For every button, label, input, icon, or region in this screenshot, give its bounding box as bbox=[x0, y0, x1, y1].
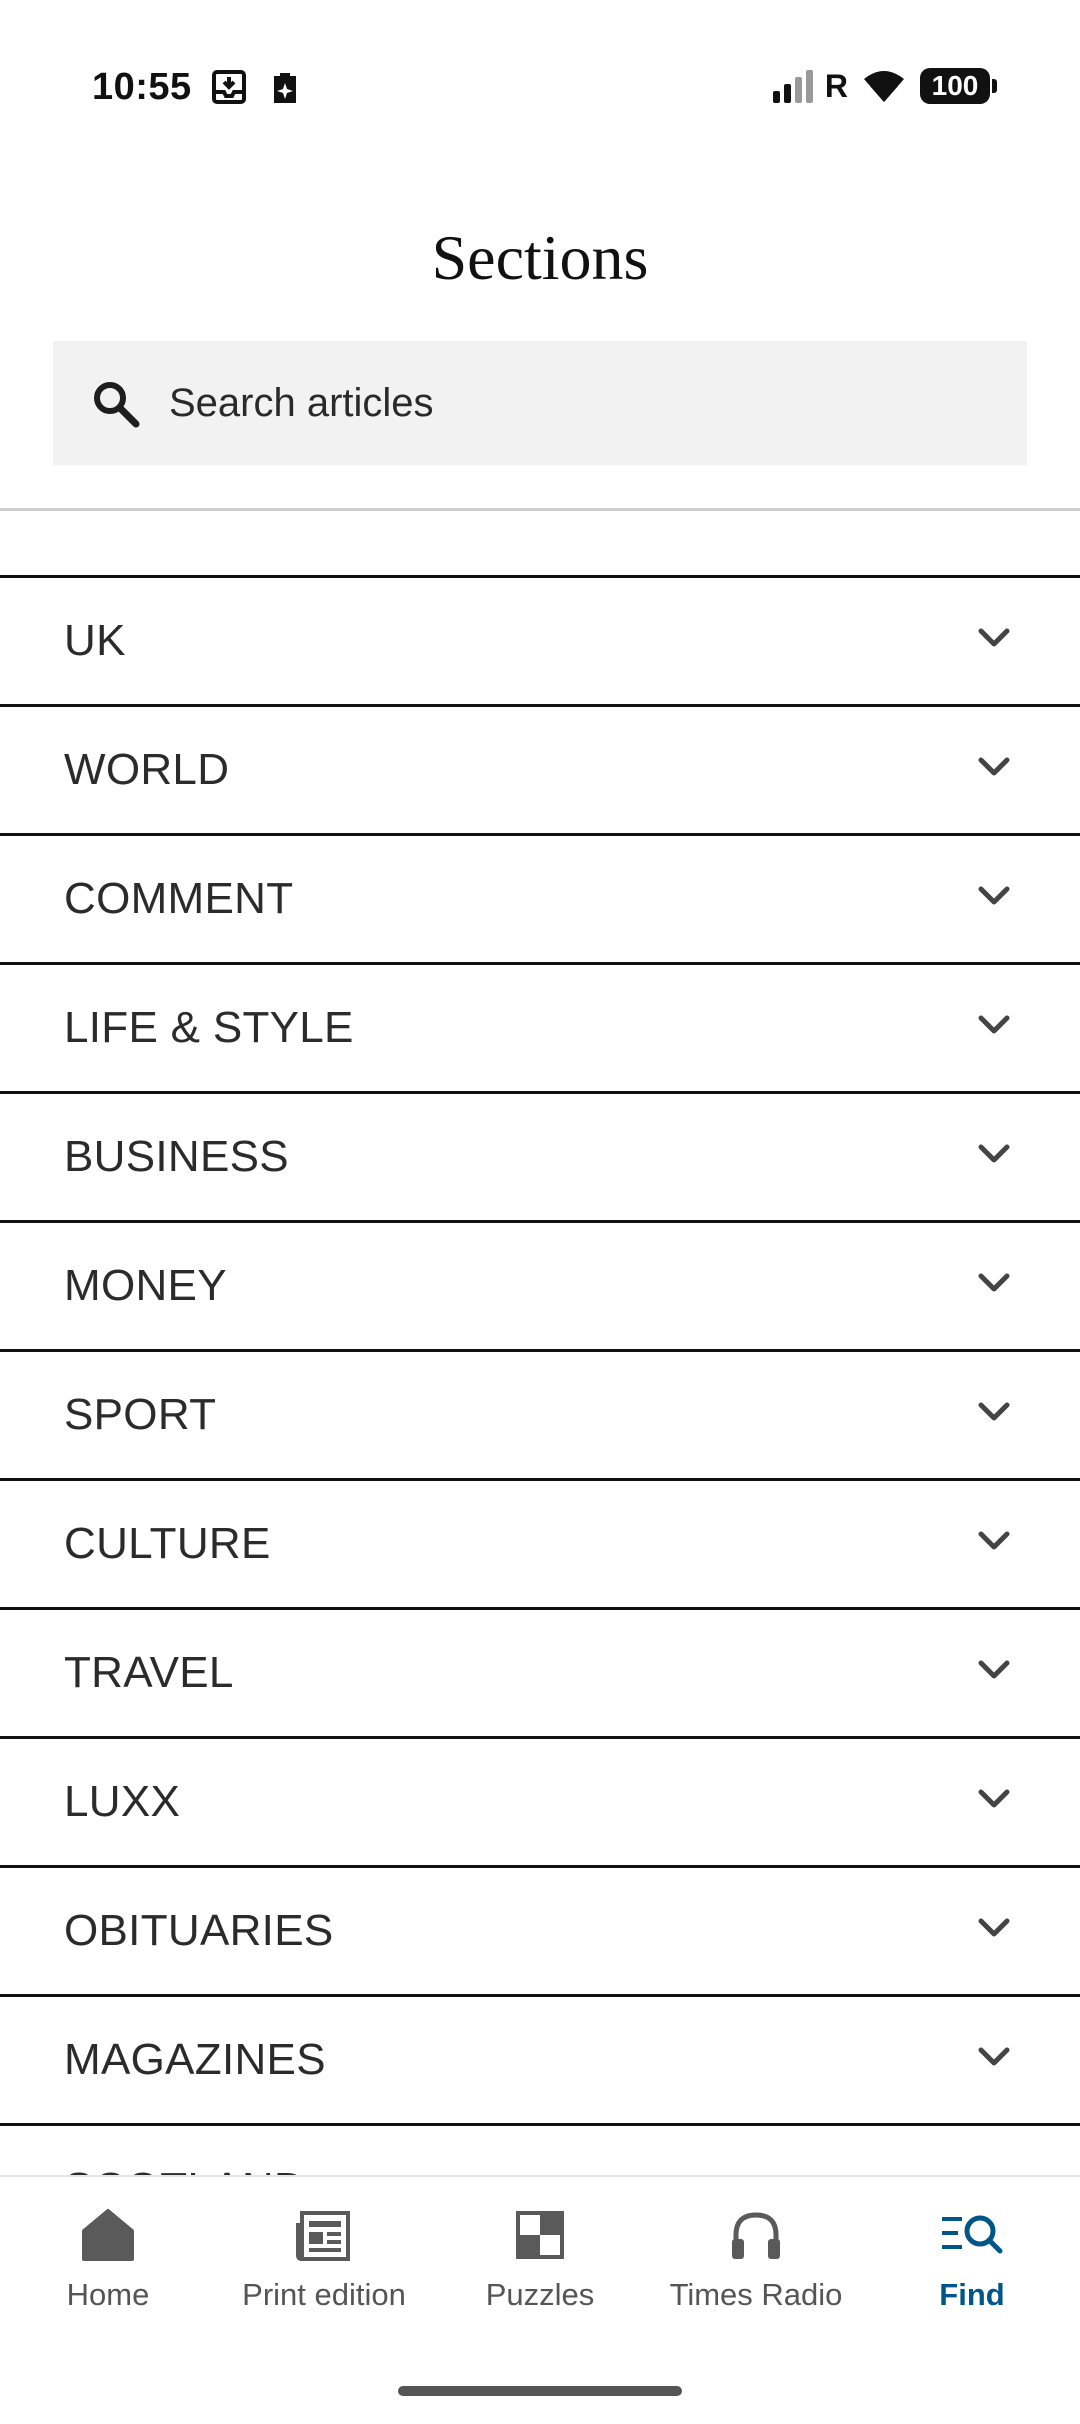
download-tray-icon bbox=[212, 70, 246, 104]
chevron-down-icon bbox=[978, 757, 1010, 776]
chevron-down-icon bbox=[978, 1531, 1010, 1550]
section-row[interactable]: BUSINESS bbox=[0, 1094, 1080, 1223]
section-label: MAGAZINES bbox=[64, 2035, 326, 2084]
section-row[interactable]: LIFE & STYLE bbox=[0, 965, 1080, 1094]
section-row[interactable]: WORLD bbox=[0, 707, 1080, 836]
home-icon bbox=[82, 2209, 134, 2261]
find-icon bbox=[942, 2215, 1003, 2254]
nav-times-radio[interactable]: Times Radio bbox=[648, 2205, 864, 2335]
section-row[interactable]: COMMENT bbox=[0, 836, 1080, 965]
newspaper-icon bbox=[296, 2211, 350, 2261]
chevron-down-icon bbox=[978, 1273, 1010, 1292]
page-title: Sections bbox=[431, 222, 649, 293]
chevron-down-icon bbox=[978, 1789, 1010, 1808]
wifi-icon bbox=[864, 71, 904, 102]
section-row[interactable]: UK bbox=[0, 578, 1080, 707]
status-bar: 10:55 R 100 bbox=[0, 0, 1080, 176]
section-row[interactable]: TRAVEL bbox=[0, 1610, 1080, 1739]
nav-home[interactable]: Home bbox=[0, 2205, 216, 2335]
section-label: WORLD bbox=[64, 745, 230, 794]
chevron-down-icon bbox=[978, 1402, 1010, 1421]
battery-icon: 100 bbox=[920, 68, 997, 104]
section-row[interactable]: LUXX bbox=[0, 1739, 1080, 1868]
search-input[interactable] bbox=[169, 341, 999, 465]
section-row[interactable]: SCOTLAND bbox=[0, 2126, 1080, 2178]
section-label: CULTURE bbox=[64, 1519, 271, 1568]
section-label: SCOTLAND bbox=[64, 2126, 306, 2178]
status-right-icons: R 100 bbox=[772, 68, 997, 104]
section-row[interactable]: CULTURE bbox=[0, 1481, 1080, 1610]
roaming-icon: R bbox=[824, 68, 848, 104]
chevron-down-icon bbox=[978, 1015, 1010, 1034]
nav-print-edition[interactable]: Print edition bbox=[216, 2205, 432, 2335]
chevron-down-icon bbox=[978, 2047, 1010, 2066]
section-row[interactable]: MONEY bbox=[0, 1223, 1080, 1352]
nav-find-label: Find bbox=[939, 2277, 1005, 2312]
chevron-down-icon bbox=[978, 628, 1010, 647]
header-divider bbox=[0, 508, 1080, 511]
clipboard-sparkle-icon bbox=[274, 73, 296, 103]
section-label: OBITUARIES bbox=[64, 1906, 334, 1955]
chevron-down-icon bbox=[978, 1918, 1010, 1937]
section-label: TRAVEL bbox=[64, 1648, 234, 1697]
chevron-down-icon bbox=[978, 1144, 1010, 1163]
home-indicator[interactable] bbox=[398, 2386, 682, 2396]
section-row[interactable]: SPORT bbox=[0, 1352, 1080, 1481]
section-label: BUSINESS bbox=[64, 1132, 289, 1181]
section-label: COMMENT bbox=[64, 874, 294, 923]
status-left-icons bbox=[212, 70, 302, 106]
search-icon bbox=[94, 382, 140, 428]
section-row[interactable]: OBITUARIES bbox=[0, 1868, 1080, 1997]
nav-home-label: Home bbox=[66, 2277, 150, 2312]
headphones-icon bbox=[732, 2212, 780, 2259]
section-label: LIFE & STYLE bbox=[64, 1003, 354, 1052]
section-label: LUXX bbox=[64, 1777, 181, 1826]
section-label: SPORT bbox=[64, 1390, 217, 1439]
sections-screen: 10:55 R 100 Sections Search articles UK … bbox=[0, 0, 1080, 2424]
chevron-down-icon bbox=[978, 1660, 1010, 1679]
nav-puzzles[interactable]: Puzzles bbox=[432, 2205, 648, 2335]
status-time: 10:55 bbox=[92, 66, 192, 108]
signal-icon bbox=[772, 70, 813, 103]
nav-puzzles-label: Puzzles bbox=[485, 2277, 595, 2312]
section-label: MONEY bbox=[64, 1261, 227, 1310]
section-row[interactable]: MAGAZINES bbox=[0, 1997, 1080, 2126]
nav-times-radio-label: Times Radio bbox=[669, 2277, 843, 2312]
chevron-down-icon bbox=[978, 886, 1010, 905]
nav-print-edition-label: Print edition bbox=[242, 2277, 406, 2312]
section-label: UK bbox=[64, 616, 126, 665]
nav-find[interactable]: Find bbox=[864, 2205, 1080, 2335]
sections-list: UK WORLD COMMENT LIFE & STYLE BUSINESS MONEY S… bbox=[0, 575, 1080, 2178]
search-box[interactable] bbox=[53, 341, 1027, 465]
puzzles-icon bbox=[516, 2211, 564, 2259]
